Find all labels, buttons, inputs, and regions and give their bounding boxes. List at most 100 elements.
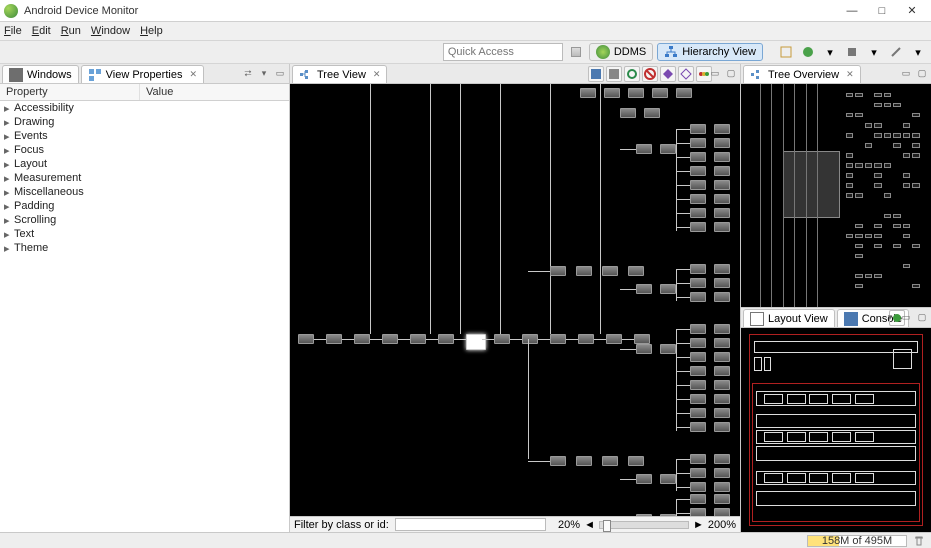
view-node[interactable] (550, 266, 566, 276)
toolbar-dropdown-3[interactable]: ▾ (909, 43, 927, 61)
view-node[interactable] (714, 278, 730, 288)
view-node[interactable] (690, 124, 706, 134)
view-node[interactable] (660, 344, 676, 354)
layout-rect[interactable] (764, 473, 783, 483)
toolbar-btn-3[interactable] (843, 43, 861, 61)
layout-rect[interactable] (855, 473, 874, 483)
minimize-button[interactable]: ― (837, 2, 867, 20)
view-node[interactable] (690, 508, 706, 516)
layout-rect[interactable] (832, 432, 851, 442)
view-node[interactable] (382, 334, 398, 344)
view-node[interactable] (714, 208, 730, 218)
view-node[interactable] (714, 454, 730, 464)
property-item[interactable]: ▸Focus (0, 143, 289, 157)
view-node[interactable] (690, 352, 706, 362)
gc-button[interactable] (913, 535, 925, 547)
view-node[interactable] (714, 292, 730, 302)
view-node[interactable] (576, 456, 592, 466)
view-node[interactable] (636, 514, 652, 516)
tab-windows[interactable]: Windows (2, 65, 79, 83)
view-node[interactable] (494, 334, 510, 344)
view-node[interactable] (628, 456, 644, 466)
property-item[interactable]: ▸Layout (0, 157, 289, 171)
view-node[interactable] (714, 124, 730, 134)
minimize-view-icon[interactable]: ▭ (708, 66, 722, 80)
layout-rect[interactable] (809, 432, 828, 442)
quick-access-input[interactable] (443, 43, 563, 61)
minimize-view-icon[interactable]: ▭ (899, 66, 913, 80)
close-icon[interactable]: ✕ (846, 69, 854, 80)
tree-overview-canvas[interactable] (741, 84, 931, 307)
layout-rect[interactable] (764, 394, 783, 404)
view-node[interactable] (714, 366, 730, 376)
filter-input[interactable] (395, 518, 546, 531)
heap-meter[interactable]: 158M of 495M (807, 535, 907, 547)
menu-edit[interactable]: Edit (32, 25, 51, 37)
expand-icon[interactable]: ▸ (4, 214, 14, 227)
property-item[interactable]: ▸Theme (0, 241, 289, 255)
expand-icon[interactable]: ▸ (4, 242, 14, 255)
invalidate-button[interactable] (642, 66, 658, 82)
layout-rect[interactable] (855, 394, 874, 404)
layout-view-canvas[interactable] (741, 328, 931, 532)
layout-rect[interactable] (787, 473, 806, 483)
layout-rect[interactable] (764, 357, 772, 371)
view-menu-icon[interactable]: ▾ (883, 310, 897, 324)
view-node[interactable] (714, 380, 730, 390)
view-node[interactable] (606, 334, 622, 344)
view-node[interactable] (714, 352, 730, 362)
view-node[interactable] (660, 514, 676, 516)
close-icon[interactable]: ✕ (189, 69, 197, 80)
view-node[interactable] (644, 108, 660, 118)
view-node[interactable] (714, 152, 730, 162)
maximize-view-icon[interactable]: ▢ (915, 66, 929, 80)
view-node[interactable] (690, 454, 706, 464)
view-node[interactable] (690, 338, 706, 348)
view-node[interactable] (438, 334, 454, 344)
menu-window[interactable]: Window (91, 25, 130, 37)
menu-help[interactable]: Help (140, 25, 163, 37)
expand-icon[interactable]: ▸ (4, 186, 14, 199)
view-node[interactable] (550, 456, 566, 466)
view-node[interactable] (690, 166, 706, 176)
expand-icon[interactable]: ▸ (4, 200, 14, 213)
toolbar-dropdown-2[interactable]: ▾ (865, 43, 883, 61)
view-node[interactable] (660, 474, 676, 484)
layout-rect[interactable] (756, 414, 916, 428)
view-node[interactable] (690, 138, 706, 148)
property-item[interactable]: ▸Accessibility (0, 101, 289, 115)
close-icon[interactable]: ✕ (373, 69, 381, 80)
view-node[interactable] (628, 88, 644, 98)
view-node[interactable] (690, 482, 706, 492)
view-node[interactable] (326, 334, 342, 344)
perspective-ddms[interactable]: DDMS (589, 43, 653, 61)
view-node[interactable] (636, 284, 652, 294)
expand-icon[interactable]: ▸ (4, 158, 14, 171)
view-node[interactable] (660, 284, 676, 294)
col-property[interactable]: Property (0, 84, 140, 100)
zoom-in-icon[interactable]: ► (693, 519, 704, 531)
view-node[interactable] (690, 408, 706, 418)
zoom-out-icon[interactable]: ◄ (584, 519, 595, 531)
dump-button[interactable] (678, 66, 694, 82)
view-node[interactable] (714, 180, 730, 190)
expand-icon[interactable]: ▸ (4, 116, 14, 129)
layout-rect[interactable] (832, 473, 851, 483)
layout-rect[interactable] (764, 432, 783, 442)
view-node[interactable] (602, 456, 618, 466)
view-node[interactable] (636, 474, 652, 484)
view-node[interactable] (550, 334, 566, 344)
save-button[interactable] (588, 66, 604, 82)
view-node[interactable] (602, 266, 618, 276)
view-node[interactable] (522, 334, 538, 344)
view-node[interactable] (634, 334, 650, 344)
view-node[interactable] (714, 408, 730, 418)
layout-rect[interactable] (832, 394, 851, 404)
view-node[interactable] (714, 222, 730, 232)
expand-icon[interactable]: ▸ (4, 144, 14, 157)
open-perspective-button[interactable] (567, 43, 585, 61)
zoom-slider[interactable] (599, 521, 689, 529)
view-node[interactable] (690, 292, 706, 302)
view-node[interactable] (580, 88, 596, 98)
layout-rect[interactable] (893, 349, 912, 369)
